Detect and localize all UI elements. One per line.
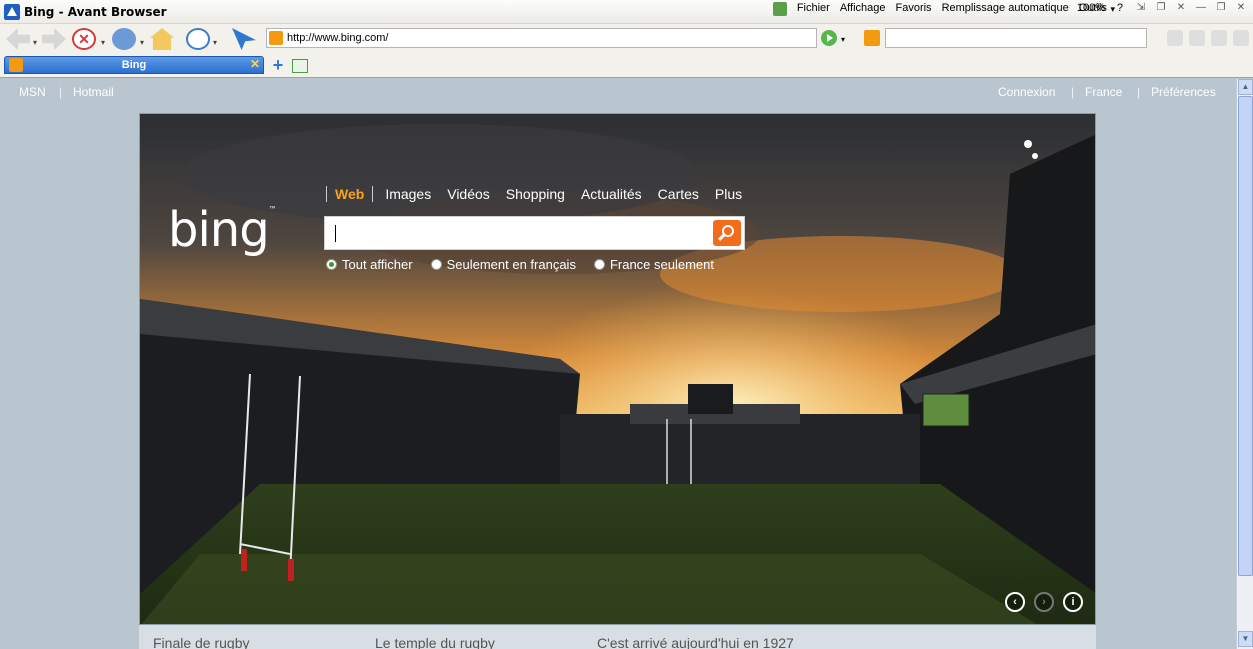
address-text[interactable]: http://www.bing.com/ bbox=[287, 32, 389, 44]
hero-controls: ‹ › i bbox=[1005, 592, 1083, 612]
nav-link-france[interactable]: France bbox=[1085, 85, 1122, 99]
scroll-up-icon[interactable]: ▲ bbox=[1238, 79, 1253, 95]
menu-item-fichier[interactable]: Fichier bbox=[797, 2, 830, 16]
nav-link-preferences[interactable]: Préférences bbox=[1151, 85, 1216, 99]
search-button[interactable] bbox=[713, 220, 741, 246]
radio-button[interactable] bbox=[593, 259, 605, 270]
chevron-down-icon[interactable]: ▾ bbox=[101, 38, 105, 47]
scope-divider bbox=[326, 186, 327, 202]
chevron-down-icon[interactable]: ▾ bbox=[213, 38, 217, 47]
go-button[interactable] bbox=[821, 30, 837, 46]
address-bar[interactable]: http://www.bing.com/ bbox=[266, 28, 817, 48]
window-title: Bing - Avant Browser bbox=[24, 5, 167, 19]
search-engine-icon[interactable] bbox=[864, 30, 880, 46]
close-tab-icon[interactable]: ✕ bbox=[1173, 1, 1189, 15]
close-icon[interactable]: ✕ bbox=[250, 57, 260, 71]
scope-web[interactable]: Web bbox=[335, 186, 364, 202]
zoom-level[interactable]: 100% bbox=[1077, 2, 1105, 14]
radio-label: Seulement en français bbox=[446, 257, 576, 272]
search-language-options: Tout afficher Seulement en français Fran… bbox=[326, 257, 714, 272]
page-icon[interactable] bbox=[1189, 30, 1205, 46]
menu-item-favoris[interactable]: Favoris bbox=[896, 2, 932, 16]
trademark-mark: ™ bbox=[268, 205, 277, 214]
close-button[interactable]: ✕ bbox=[1233, 1, 1249, 15]
scope-actualites[interactable]: Actualités bbox=[581, 186, 642, 202]
chevron-down-icon[interactable]: ▾ bbox=[841, 35, 845, 44]
tab-bing[interactable]: Bing ✕ bbox=[4, 56, 264, 74]
nav-link-hotmail[interactable]: Hotmail bbox=[73, 85, 114, 99]
scroll-down-icon[interactable]: ▼ bbox=[1238, 631, 1253, 647]
radio-france-seulement[interactable]: France seulement bbox=[593, 257, 715, 272]
search-input[interactable] bbox=[324, 216, 745, 250]
radio-button[interactable] bbox=[430, 259, 442, 270]
next-image-icon[interactable]: › bbox=[1034, 592, 1054, 612]
radio-seulement-francais[interactable]: Seulement en français bbox=[430, 257, 576, 272]
pen-icon[interactable] bbox=[1233, 30, 1249, 46]
toolbar-right-icons bbox=[1167, 30, 1249, 46]
cursor-icon[interactable] bbox=[232, 28, 256, 50]
back-button[interactable] bbox=[6, 28, 30, 50]
refresh-button[interactable] bbox=[112, 28, 136, 50]
caption-link[interactable]: Finale de rugby bbox=[153, 635, 250, 649]
radio-tout-afficher[interactable]: Tout afficher bbox=[326, 257, 413, 272]
scope-cartes[interactable]: Cartes bbox=[658, 186, 699, 202]
avant-browser-icon bbox=[4, 4, 20, 20]
scope-images[interactable]: Images bbox=[385, 186, 431, 202]
restore-button[interactable]: ❐ bbox=[1213, 1, 1229, 15]
plugin-icon[interactable] bbox=[772, 2, 787, 16]
menu-item-help[interactable]: ? bbox=[1117, 2, 1123, 16]
caption-link[interactable]: C'est arrivé aujourd'hui en 1927 bbox=[597, 635, 794, 649]
forward-button[interactable] bbox=[42, 28, 66, 50]
menu-item-remplissage[interactable]: Remplissage automatique bbox=[942, 2, 1069, 16]
menu-item-affichage[interactable]: Affichage bbox=[840, 2, 886, 16]
radio-label: France seulement bbox=[609, 257, 715, 272]
nav-separator: | bbox=[1137, 85, 1141, 99]
new-tab-button[interactable]: + bbox=[270, 56, 286, 74]
nav-separator: | bbox=[59, 85, 63, 99]
scope-videos[interactable]: Vidéos bbox=[447, 186, 490, 202]
history-button[interactable] bbox=[186, 28, 210, 50]
radio-label: Tout afficher bbox=[342, 257, 413, 272]
bing-logo[interactable]: bing™ bbox=[168, 205, 277, 255]
chevron-down-icon[interactable]: ▾ bbox=[1110, 4, 1115, 15]
chevron-down-icon[interactable]: ▾ bbox=[140, 38, 144, 47]
bing-favicon-icon bbox=[269, 31, 283, 45]
vertical-scrollbar[interactable]: ▲ ▼ bbox=[1236, 79, 1253, 649]
web-page: MSN | Hotmail Connexion | France | Préfé… bbox=[0, 79, 1236, 649]
scope-shopping[interactable]: Shopping bbox=[506, 186, 565, 202]
stop-button[interactable]: ✕ bbox=[72, 28, 96, 50]
text-cursor bbox=[335, 225, 336, 242]
nav-separator: | bbox=[1071, 85, 1075, 99]
search-go-icon[interactable] bbox=[1167, 30, 1183, 46]
scrollbar-thumb[interactable] bbox=[1238, 96, 1253, 576]
chevron-down-icon[interactable]: ▾ bbox=[33, 38, 37, 47]
hero-image: Web Images Vidéos Shopping Actualités Ca… bbox=[139, 113, 1096, 625]
tile-tabs-icon[interactable] bbox=[292, 59, 308, 73]
window-controls: ⇲ ❐ ✕ — ❐ ✕ bbox=[1133, 1, 1249, 15]
previous-image-icon[interactable]: ‹ bbox=[1005, 592, 1025, 612]
site-top-nav: MSN | Hotmail Connexion | France | Préfé… bbox=[0, 79, 1236, 103]
scope-plus[interactable]: Plus bbox=[715, 186, 742, 202]
pin-icon[interactable]: ⇲ bbox=[1133, 1, 1149, 15]
cascade-icon[interactable]: ❐ bbox=[1153, 1, 1169, 15]
minimize-button[interactable]: — bbox=[1193, 1, 1209, 15]
tab-bar: Bing ✕ bbox=[0, 54, 1253, 78]
print-icon[interactable] bbox=[1211, 30, 1227, 46]
hotspot-captions: Finale de rugby Le temple du rugby C'est… bbox=[139, 625, 1096, 649]
nav-link-msn[interactable]: MSN bbox=[19, 85, 46, 99]
menu-bar: Fichier Affichage Favoris Remplissage au… bbox=[772, 2, 1123, 16]
radio-button-checked[interactable] bbox=[326, 259, 337, 270]
bing-logo-text: bing bbox=[168, 202, 270, 258]
scope-divider bbox=[372, 186, 374, 202]
search-icon-handle bbox=[717, 233, 726, 242]
nav-link-connexion[interactable]: Connexion bbox=[998, 85, 1055, 99]
info-icon[interactable]: i bbox=[1063, 592, 1083, 612]
caption-link[interactable]: Le temple du rugby bbox=[375, 635, 495, 649]
tab-label: Bing bbox=[121, 59, 147, 71]
search-scopes: Web Images Vidéos Shopping Actualités Ca… bbox=[326, 186, 758, 202]
toolbar-search-input[interactable] bbox=[885, 28, 1147, 48]
home-button[interactable] bbox=[150, 28, 174, 50]
title-bar: Bing - Avant Browser Fichier Affichage F… bbox=[0, 0, 1253, 24]
